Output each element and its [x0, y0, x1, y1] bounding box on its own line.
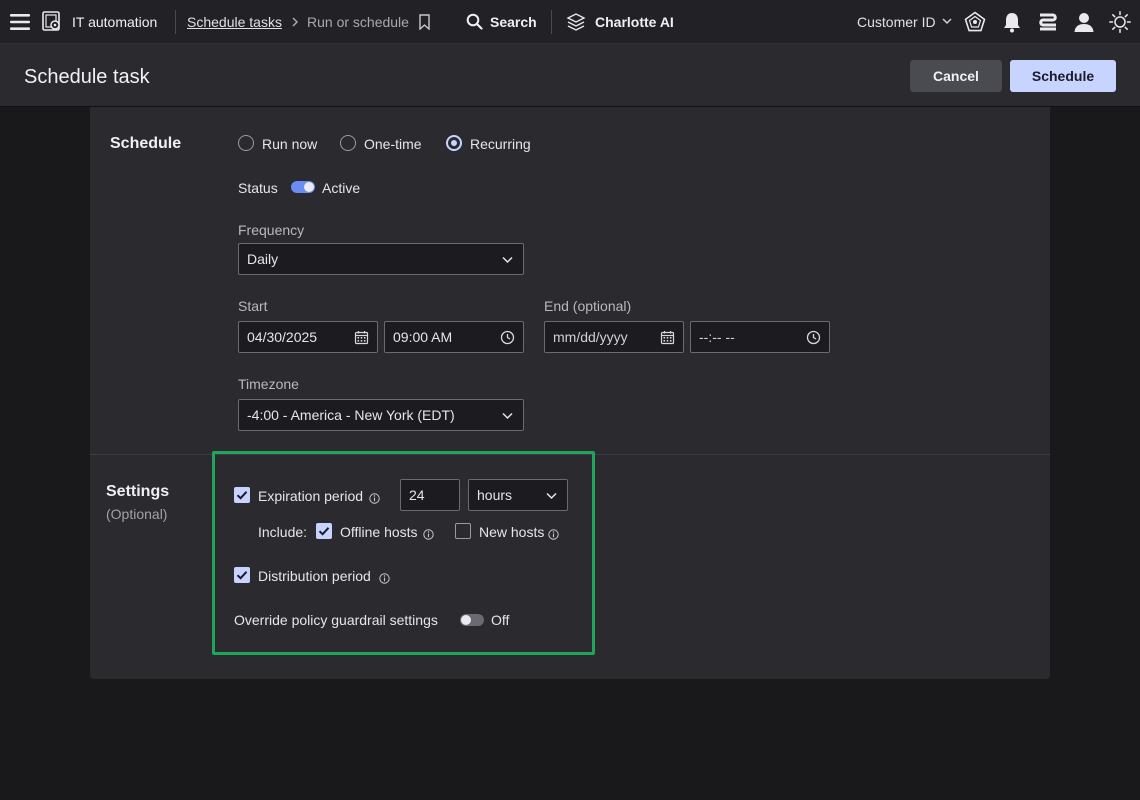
end-time-input[interactable]: --:-- -- — [690, 321, 830, 353]
calendar-icon[interactable] — [660, 330, 675, 345]
radio-recurring[interactable] — [446, 135, 462, 151]
nav-divider — [551, 10, 552, 34]
data-layers-icon[interactable] — [1037, 11, 1059, 33]
it-automation-icon — [42, 11, 62, 33]
timezone-select[interactable]: -4:00 - America - New York (EDT) — [238, 399, 524, 431]
timezone-value: -4:00 - America - New York (EDT) — [247, 407, 455, 423]
breadcrumb-current: Run or schedule — [307, 14, 409, 30]
clock-icon[interactable] — [806, 330, 821, 345]
frequency-label: Frequency — [238, 222, 305, 238]
app-title[interactable]: IT automation — [72, 14, 157, 30]
status-toggle[interactable] — [291, 181, 315, 193]
start-date-value: 04/30/2025 — [247, 329, 318, 345]
end-date-input[interactable]: mm/dd/yyyy — [544, 321, 684, 353]
schedule-button[interactable]: Schedule — [1010, 60, 1116, 92]
charlotte-ai-icon[interactable] — [566, 12, 586, 32]
radio-run-now-label[interactable]: Run now — [262, 136, 317, 152]
bookmark-icon[interactable] — [418, 14, 432, 30]
settings-section-title: Settings — [106, 483, 170, 500]
status-value: Active — [322, 180, 361, 196]
breadcrumb-schedule-tasks[interactable]: Schedule tasks — [187, 14, 282, 30]
top-navigation: IT automation Schedule tasks Run or sche… — [0, 0, 1140, 44]
radio-one-time[interactable] — [340, 135, 356, 151]
cancel-button[interactable]: Cancel — [910, 60, 1002, 92]
end-time-placeholder: --:-- -- — [699, 329, 735, 345]
customer-id-dropdown[interactable]: Customer ID — [857, 14, 936, 30]
settings-highlight-box — [212, 451, 595, 655]
page-header: Schedule task Cancel Schedule — [0, 44, 1140, 107]
frequency-value: Daily — [247, 251, 279, 267]
status-label: Status — [238, 180, 278, 196]
theme-sun-icon[interactable] — [1109, 11, 1131, 33]
charlotte-ai-button[interactable]: Charlotte AI — [595, 14, 674, 30]
schedule-section-title: Schedule — [110, 135, 182, 152]
menu-icon[interactable] — [10, 12, 30, 32]
radio-one-time-label[interactable]: One-time — [364, 136, 422, 152]
start-date-input[interactable]: 04/30/2025 — [238, 321, 378, 353]
page-title: Schedule task — [24, 66, 150, 88]
radio-run-now[interactable] — [238, 135, 254, 151]
chevron-right-icon — [290, 15, 300, 29]
radio-recurring-label[interactable]: Recurring — [470, 136, 531, 152]
start-label: Start — [238, 298, 268, 314]
settings-optional-label: (Optional) — [106, 506, 168, 522]
calendar-icon[interactable] — [354, 330, 369, 345]
search-button[interactable]: Search — [490, 14, 537, 30]
nav-divider — [175, 10, 176, 34]
start-time-input[interactable]: 09:00 AM — [384, 321, 524, 353]
end-label: End (optional) — [544, 298, 632, 314]
chevron-down-icon[interactable] — [941, 16, 953, 26]
chevron-down-icon — [500, 408, 515, 423]
end-date-placeholder: mm/dd/yyyy — [553, 329, 628, 345]
shield-pentagon-icon[interactable] — [964, 11, 986, 33]
search-icon[interactable] — [466, 13, 483, 30]
timezone-label: Timezone — [238, 376, 299, 392]
notifications-bell-icon[interactable] — [1001, 11, 1023, 33]
frequency-select[interactable]: Daily — [238, 243, 524, 275]
clock-icon[interactable] — [500, 330, 515, 345]
chevron-down-icon — [500, 252, 515, 267]
user-profile-icon[interactable] — [1073, 11, 1095, 33]
start-time-value: 09:00 AM — [393, 329, 453, 345]
